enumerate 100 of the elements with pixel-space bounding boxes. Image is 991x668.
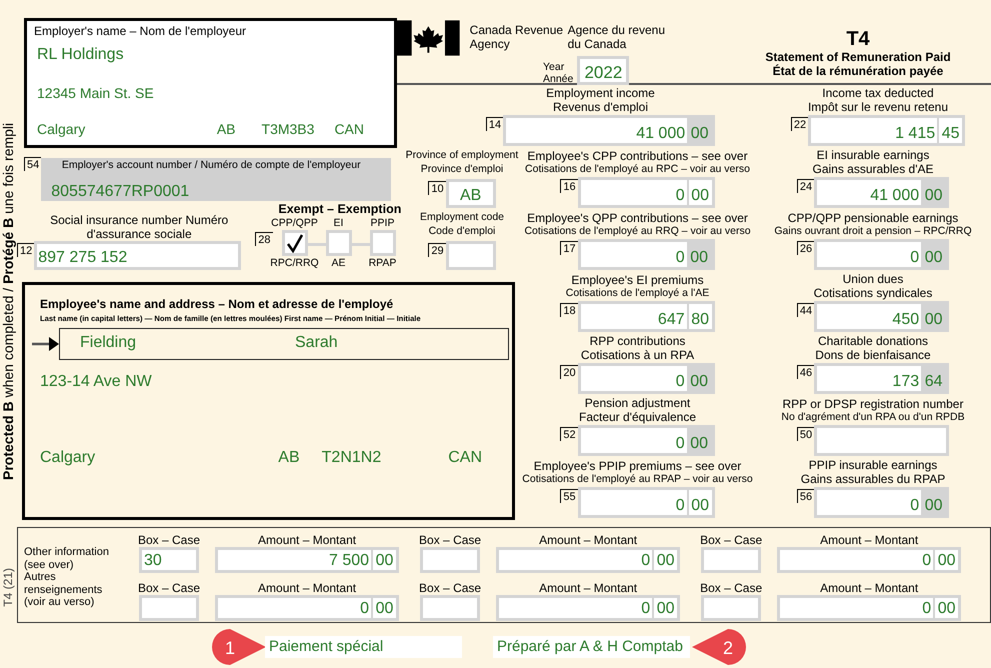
field-label: Amount – Montant bbox=[539, 581, 638, 595]
amount-field[interactable]: 0 00 bbox=[814, 487, 950, 518]
amount-field[interactable]: 41 000 00 bbox=[814, 177, 950, 208]
sin-field[interactable]: 897 275 152 bbox=[34, 241, 242, 270]
field-label: Employee's PPIP premiums – see over bbox=[534, 459, 742, 473]
country-value: CAN bbox=[448, 448, 482, 468]
field-label: Amount – Montant bbox=[539, 533, 638, 547]
text-field[interactable]: Paiement spécial bbox=[265, 636, 462, 658]
field-label: Province d'emploi bbox=[420, 162, 504, 176]
amount-field[interactable]: 0 00 bbox=[777, 595, 962, 621]
box-code-field[interactable] bbox=[139, 595, 200, 621]
name-field[interactable]: Fielding Sarah bbox=[59, 328, 509, 360]
cents-part: 00 bbox=[921, 180, 946, 205]
box-code-field[interactable] bbox=[420, 547, 480, 573]
year-label: Year Année bbox=[543, 61, 574, 85]
checkbox[interactable] bbox=[326, 230, 352, 256]
checkbox[interactable] bbox=[370, 230, 396, 256]
cents-part: 00 bbox=[921, 490, 946, 515]
field-label: Facteur d'équivalence bbox=[578, 410, 696, 424]
year-field[interactable]: 2022 bbox=[577, 56, 630, 85]
field-label: Dons de bienfaisance bbox=[815, 348, 931, 362]
amount-field[interactable]: 41 000 00 bbox=[503, 115, 716, 146]
field-label: Employment code bbox=[420, 210, 504, 224]
text-field[interactable] bbox=[814, 425, 950, 456]
cents-part: 00 bbox=[921, 304, 946, 329]
cents-part: 00 bbox=[686, 490, 712, 515]
cents-part: 00 bbox=[686, 428, 712, 453]
form-code: T4 (21) bbox=[2, 568, 15, 607]
field-label: Employer's account number / Numéro de compte de l'employeur bbox=[60, 159, 362, 172]
checkbox-label: PPIP bbox=[370, 216, 394, 230]
code-field[interactable] bbox=[446, 241, 496, 270]
field-label: Code d'emploi bbox=[428, 224, 496, 238]
field-label: CPP/QPP pensionable earnings bbox=[788, 211, 958, 225]
cents-part: 00 bbox=[687, 118, 712, 143]
field-label: Revenus d'emploi bbox=[552, 100, 648, 114]
address-value: 123-14 Ave NW bbox=[40, 372, 152, 392]
field-label: Box – Case bbox=[419, 581, 482, 595]
field-label: Employment income bbox=[546, 86, 655, 100]
text-field[interactable]: Préparé par A & H Comptab bbox=[493, 636, 690, 658]
province-value: AB bbox=[278, 448, 300, 468]
box-code-field[interactable]: 30 bbox=[139, 547, 200, 573]
amount-field[interactable]: 0 00 bbox=[215, 595, 400, 621]
field-label: Gains assurables d'AE bbox=[812, 162, 934, 176]
field-label: Employee's CPP contributions – see over bbox=[527, 149, 748, 163]
box-code-field[interactable] bbox=[701, 547, 762, 573]
field-label: Cotisations à un RPA bbox=[580, 348, 694, 362]
amount-field[interactable]: 0 00 bbox=[578, 425, 715, 456]
checkbox[interactable] bbox=[282, 230, 308, 256]
employer-address: 12345 Main St. SE bbox=[37, 84, 154, 103]
field-label: Income tax deducted bbox=[822, 86, 934, 100]
checkbox-label: RPAP bbox=[368, 256, 396, 270]
field-label: Amount – Montant bbox=[258, 581, 356, 595]
field-label: No d'agrément d'un RPA ou d'un RPDB bbox=[781, 411, 965, 424]
field-label: Box – Case bbox=[700, 581, 762, 595]
field-label: Cotisations syndicales bbox=[814, 286, 932, 300]
field-label: Employer's name – Nom de l'employeur bbox=[34, 24, 248, 38]
amount-field[interactable]: 173 64 bbox=[814, 363, 950, 394]
amount-field[interactable]: 7 500 00 bbox=[215, 547, 400, 573]
field-label: Union dues bbox=[842, 272, 904, 286]
form-title: État de la rémunération payée bbox=[772, 64, 944, 78]
form-title: Statement of Remuneration Paid bbox=[765, 50, 951, 64]
field-label: Cotisations de l'employé a l'AE bbox=[566, 287, 710, 300]
amount-field[interactable]: 0 00 bbox=[777, 547, 962, 573]
field-label: RPP contributions bbox=[590, 334, 686, 348]
postal-code-value: T2N1N2 bbox=[322, 448, 382, 468]
form-title: T4 bbox=[846, 28, 870, 50]
amount-field[interactable]: 647 80 bbox=[578, 301, 715, 332]
field-label: EI insurable earnings bbox=[816, 148, 930, 162]
field-label: Amount – Montant bbox=[258, 533, 356, 547]
field-label: Employee's EI premiums bbox=[571, 273, 704, 287]
amount-field[interactable]: 0 00 bbox=[814, 239, 950, 270]
amount-field[interactable]: 0 00 bbox=[496, 547, 680, 573]
side-label: Protected B when completed / Protégé B une fois rempli bbox=[1, 122, 16, 480]
arrow-icon bbox=[32, 337, 59, 351]
box-code-field[interactable] bbox=[701, 595, 762, 621]
field-label: Impôt sur le revenu retenu bbox=[808, 100, 948, 114]
amount-field[interactable]: 0 00 bbox=[578, 239, 715, 270]
employer-name: RL Holdings bbox=[37, 45, 124, 65]
amount-field[interactable]: 450 00 bbox=[814, 301, 950, 332]
field-label: Box – Case bbox=[138, 581, 200, 595]
cents-part: 64 bbox=[921, 366, 946, 391]
field-label: Box – Case bbox=[700, 533, 762, 547]
field-label: Cotisations de l'employé au RPC – voir au verso bbox=[525, 163, 750, 176]
province-field[interactable]: AB bbox=[446, 179, 496, 208]
amount-field[interactable]: 1 415 45 bbox=[808, 115, 966, 146]
country-value: CAN bbox=[334, 120, 364, 139]
amount-field[interactable]: 0 00 bbox=[578, 363, 715, 394]
exempt-title: Exempt – Exemption bbox=[278, 202, 402, 216]
amount-field[interactable]: 0 00 bbox=[496, 595, 680, 621]
cents-part: 00 bbox=[686, 180, 712, 205]
box-code-field[interactable] bbox=[420, 595, 480, 621]
city-value: Calgary bbox=[37, 120, 86, 139]
amount-field[interactable]: 0 00 bbox=[578, 177, 715, 208]
account-number-value: 805574677RP0001 bbox=[51, 182, 190, 202]
cents-part: 80 bbox=[686, 304, 712, 329]
field-label: Cotisations de l'employé au RRQ – voir au verso bbox=[524, 225, 751, 238]
amount-field[interactable]: 0 00 bbox=[578, 487, 715, 518]
checkbox-label: RPC/RRQ bbox=[270, 256, 319, 270]
cents-part: 45 bbox=[937, 118, 962, 143]
section-title: Employee's name and address – Nom et adresse de l'employé bbox=[40, 297, 394, 311]
